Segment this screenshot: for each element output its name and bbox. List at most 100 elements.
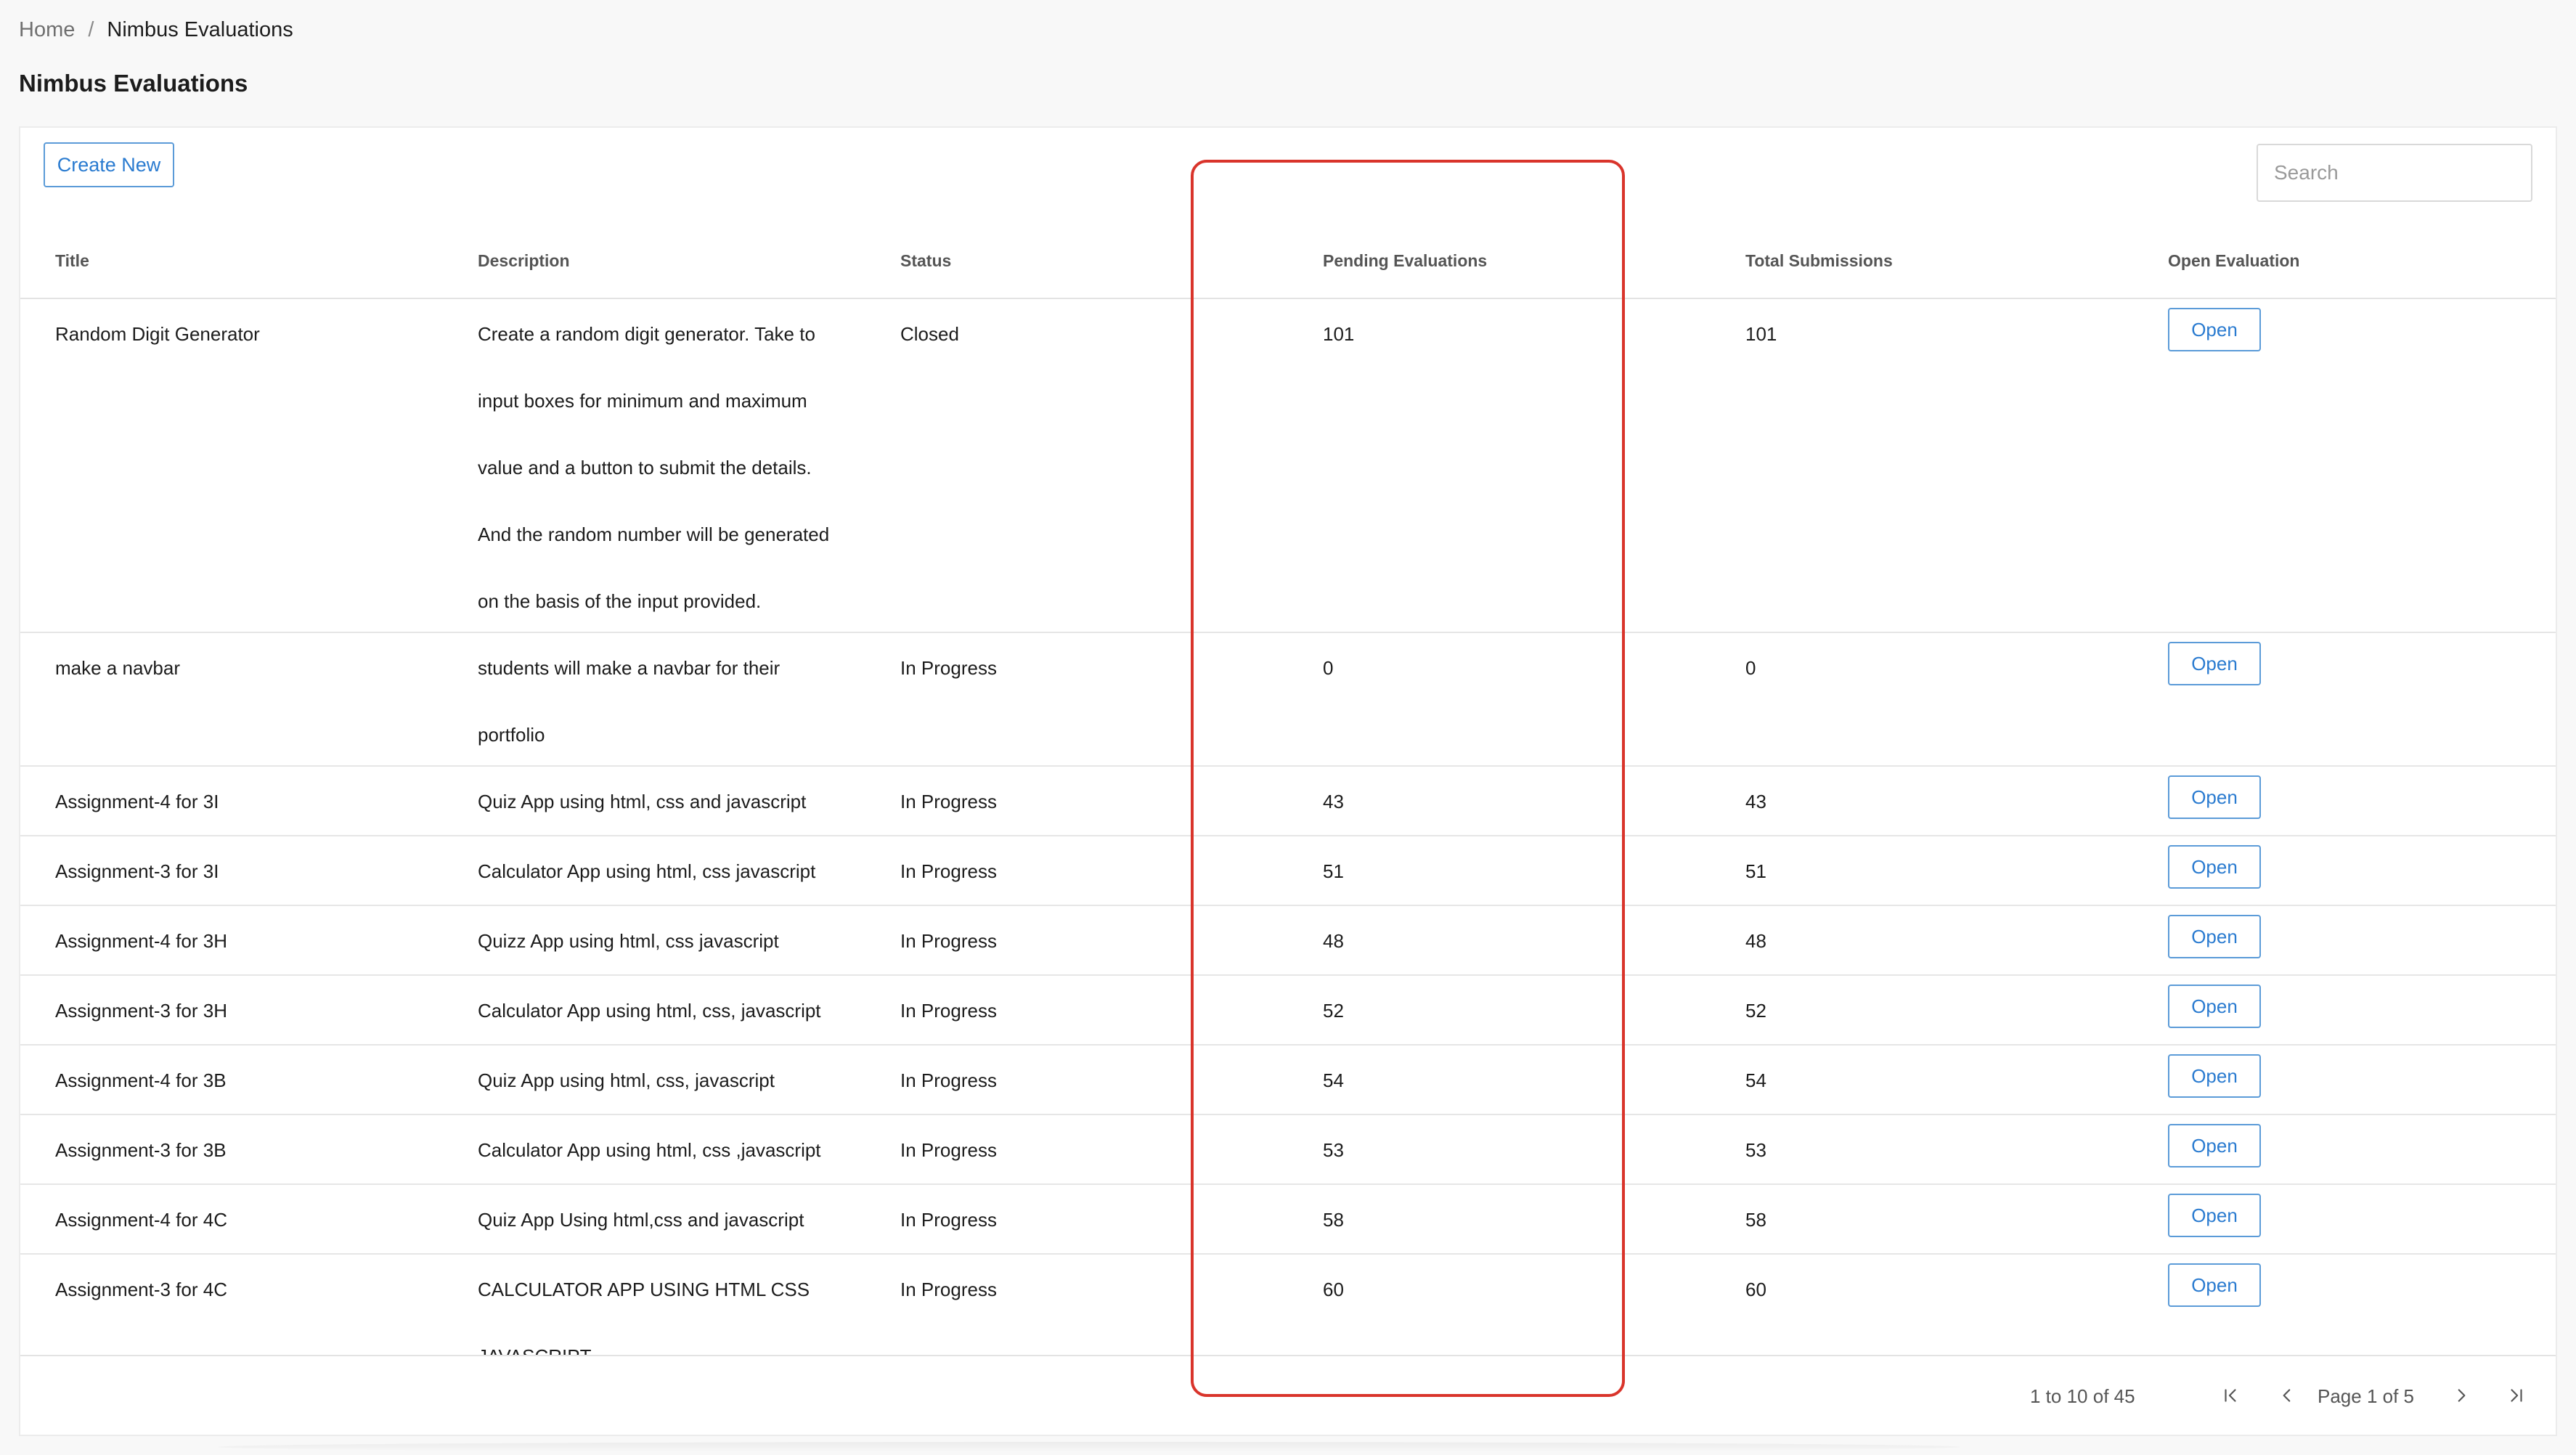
cell-open-evaluation: Open bbox=[2133, 976, 2556, 1044]
pagination-bar: 1 to 10 of 45 Page 1 of 5 bbox=[20, 1355, 2556, 1435]
cell-title-text: Assignment-3 for 4C bbox=[55, 1279, 227, 1300]
cell-description: Quiz App using html, css and javascript bbox=[443, 767, 865, 835]
cell-pending-evaluations: 52 bbox=[1288, 976, 1711, 1044]
cell-title-text: Random Digit Generator bbox=[55, 323, 260, 345]
cell-total-submissions: 53 bbox=[1711, 1115, 2133, 1183]
prev-page-icon[interactable] bbox=[2273, 1381, 2302, 1410]
cell-status-text: In Progress bbox=[900, 1139, 997, 1161]
open-evaluation-button[interactable]: Open bbox=[2168, 775, 2261, 819]
open-evaluation-button[interactable]: Open bbox=[2168, 1054, 2261, 1098]
description-line: And the random number will be generated bbox=[478, 523, 830, 545]
table-row: Assignment-3 for 3H Calculator App using … bbox=[20, 976, 2556, 1046]
last-page-icon[interactable] bbox=[2502, 1381, 2531, 1410]
next-page-icon[interactable] bbox=[2447, 1381, 2476, 1410]
cell-description: CALCULATOR APP USING HTML CSS JAVASCRIPT bbox=[443, 1255, 865, 1355]
table-row: make a navbar students will make a navbar… bbox=[20, 633, 2556, 767]
table-row: Assignment-3 for 3I Calculator App using … bbox=[20, 836, 2556, 906]
cell-total-submissions-text: 60 bbox=[1745, 1279, 1766, 1300]
cell-status: In Progress bbox=[865, 1046, 1288, 1114]
cell-status-text: In Progress bbox=[900, 1279, 997, 1300]
header-description[interactable]: Description bbox=[443, 224, 865, 298]
cell-status-text: In Progress bbox=[900, 1069, 997, 1091]
cell-title: make a navbar bbox=[20, 633, 443, 765]
header-pending-evaluations[interactable]: Pending Evaluations bbox=[1288, 224, 1711, 298]
cell-status: In Progress bbox=[865, 976, 1288, 1044]
cell-description: students will make a navbar for their por… bbox=[443, 633, 865, 765]
create-new-button[interactable]: Create New bbox=[44, 142, 174, 187]
cell-title-text: Assignment-4 for 3I bbox=[55, 791, 219, 812]
cell-total-submissions: 58 bbox=[1711, 1185, 2133, 1253]
description-line: Quiz App using html, css, javascript bbox=[478, 1069, 775, 1091]
cell-status-text: In Progress bbox=[900, 791, 997, 812]
cell-title: Assignment-3 for 3H bbox=[20, 976, 443, 1044]
header-title[interactable]: Title bbox=[20, 224, 443, 298]
cell-pending-evaluations: 54 bbox=[1288, 1046, 1711, 1114]
cell-status-text: In Progress bbox=[900, 1209, 997, 1231]
cell-status-text: In Progress bbox=[900, 657, 997, 679]
description-line: Quiz App Using html,css and javascript bbox=[478, 1209, 804, 1231]
open-evaluation-button[interactable]: Open bbox=[2168, 985, 2261, 1028]
cell-open-evaluation: Open bbox=[2133, 1115, 2556, 1183]
cell-open-evaluation: Open bbox=[2133, 633, 2556, 765]
description-line: students will make a navbar for their bbox=[478, 657, 780, 679]
page-title: Nimbus Evaluations bbox=[19, 70, 248, 97]
cell-total-submissions-text: 51 bbox=[1745, 860, 1766, 882]
evaluations-table: Title Description Status Pending Evaluat… bbox=[20, 224, 2556, 1355]
table-header: Title Description Status Pending Evaluat… bbox=[20, 224, 2556, 299]
cell-pending-evaluations: 48 bbox=[1288, 906, 1711, 974]
description-line: value and a button to submit the details… bbox=[478, 457, 812, 478]
cell-total-submissions-text: 53 bbox=[1745, 1139, 1766, 1161]
description-line: Calculator App using html, css, javascri… bbox=[478, 1000, 821, 1022]
cell-pending-evaluations-text: 52 bbox=[1323, 1000, 1344, 1022]
bottom-shadow bbox=[218, 1442, 1960, 1452]
cell-status: In Progress bbox=[865, 906, 1288, 974]
cell-total-submissions-text: 0 bbox=[1745, 657, 1756, 679]
cell-title-text: Assignment-4 for 3H bbox=[55, 930, 227, 952]
cell-pending-evaluations: 58 bbox=[1288, 1185, 1711, 1253]
cell-description: Quiz App Using html,css and javascript bbox=[443, 1185, 865, 1253]
cell-title-text: make a navbar bbox=[55, 657, 180, 679]
search-input[interactable] bbox=[2257, 144, 2532, 202]
first-page-icon[interactable] bbox=[2216, 1381, 2245, 1410]
description-line: Calculator App using html, css javascrip… bbox=[478, 860, 816, 882]
cell-open-evaluation: Open bbox=[2133, 1255, 2556, 1355]
open-evaluation-button[interactable]: Open bbox=[2168, 1194, 2261, 1237]
description-line: portfolio bbox=[478, 724, 545, 746]
cell-description: Calculator App using html, css ,javascri… bbox=[443, 1115, 865, 1183]
cell-total-submissions-text: 43 bbox=[1745, 791, 1766, 812]
cell-status-text: Closed bbox=[900, 323, 959, 345]
breadcrumb-home-link[interactable]: Home bbox=[19, 18, 75, 42]
cell-total-submissions: 48 bbox=[1711, 906, 2133, 974]
description-line: Create a random digit generator. Take to bbox=[478, 323, 815, 345]
cell-pending-evaluations-text: 0 bbox=[1323, 657, 1334, 679]
page-indicator: Page 1 of 5 bbox=[2318, 1385, 2414, 1407]
description-line: on the basis of the input provided. bbox=[478, 590, 762, 612]
open-evaluation-button[interactable]: Open bbox=[2168, 845, 2261, 889]
open-evaluation-button[interactable]: Open bbox=[2168, 308, 2261, 351]
cell-title-text: Assignment-3 for 3H bbox=[55, 1000, 227, 1022]
open-evaluation-button[interactable]: Open bbox=[2168, 1263, 2261, 1307]
open-evaluation-button[interactable]: Open bbox=[2168, 915, 2261, 958]
table-row: Assignment-4 for 3I Quiz App using html, … bbox=[20, 767, 2556, 836]
open-evaluation-button[interactable]: Open bbox=[2168, 642, 2261, 685]
cell-pending-evaluations-text: 43 bbox=[1323, 791, 1344, 812]
cell-description: Create a random digit generator. Take to… bbox=[443, 299, 865, 632]
header-total-submissions[interactable]: Total Submissions bbox=[1711, 224, 2133, 298]
header-status[interactable]: Status bbox=[865, 224, 1288, 298]
cell-total-submissions-text: 48 bbox=[1745, 930, 1766, 952]
cell-pending-evaluations: 53 bbox=[1288, 1115, 1711, 1183]
cell-description: Quiz App using html, css, javascript bbox=[443, 1046, 865, 1114]
open-evaluation-button[interactable]: Open bbox=[2168, 1124, 2261, 1167]
cell-pending-evaluations-text: 54 bbox=[1323, 1069, 1344, 1091]
description-line: JAVASCRIPT bbox=[478, 1323, 865, 1355]
cell-total-submissions: 0 bbox=[1711, 633, 2133, 765]
cell-pending-evaluations-text: 60 bbox=[1323, 1279, 1344, 1300]
header-open-evaluation[interactable]: Open Evaluation bbox=[2133, 224, 2556, 298]
cell-description: Quizz App using html, css javascript bbox=[443, 906, 865, 974]
evaluations-card: Create New Title Description Status Pend… bbox=[19, 126, 2557, 1436]
cell-status: In Progress bbox=[865, 633, 1288, 765]
table-row: Assignment-3 for 3B Calculator App using … bbox=[20, 1115, 2556, 1185]
cell-total-submissions-text: 101 bbox=[1745, 323, 1777, 345]
table-row: Assignment-4 for 4C Quiz App Using html,c… bbox=[20, 1185, 2556, 1255]
cell-title: Assignment-3 for 3B bbox=[20, 1115, 443, 1183]
